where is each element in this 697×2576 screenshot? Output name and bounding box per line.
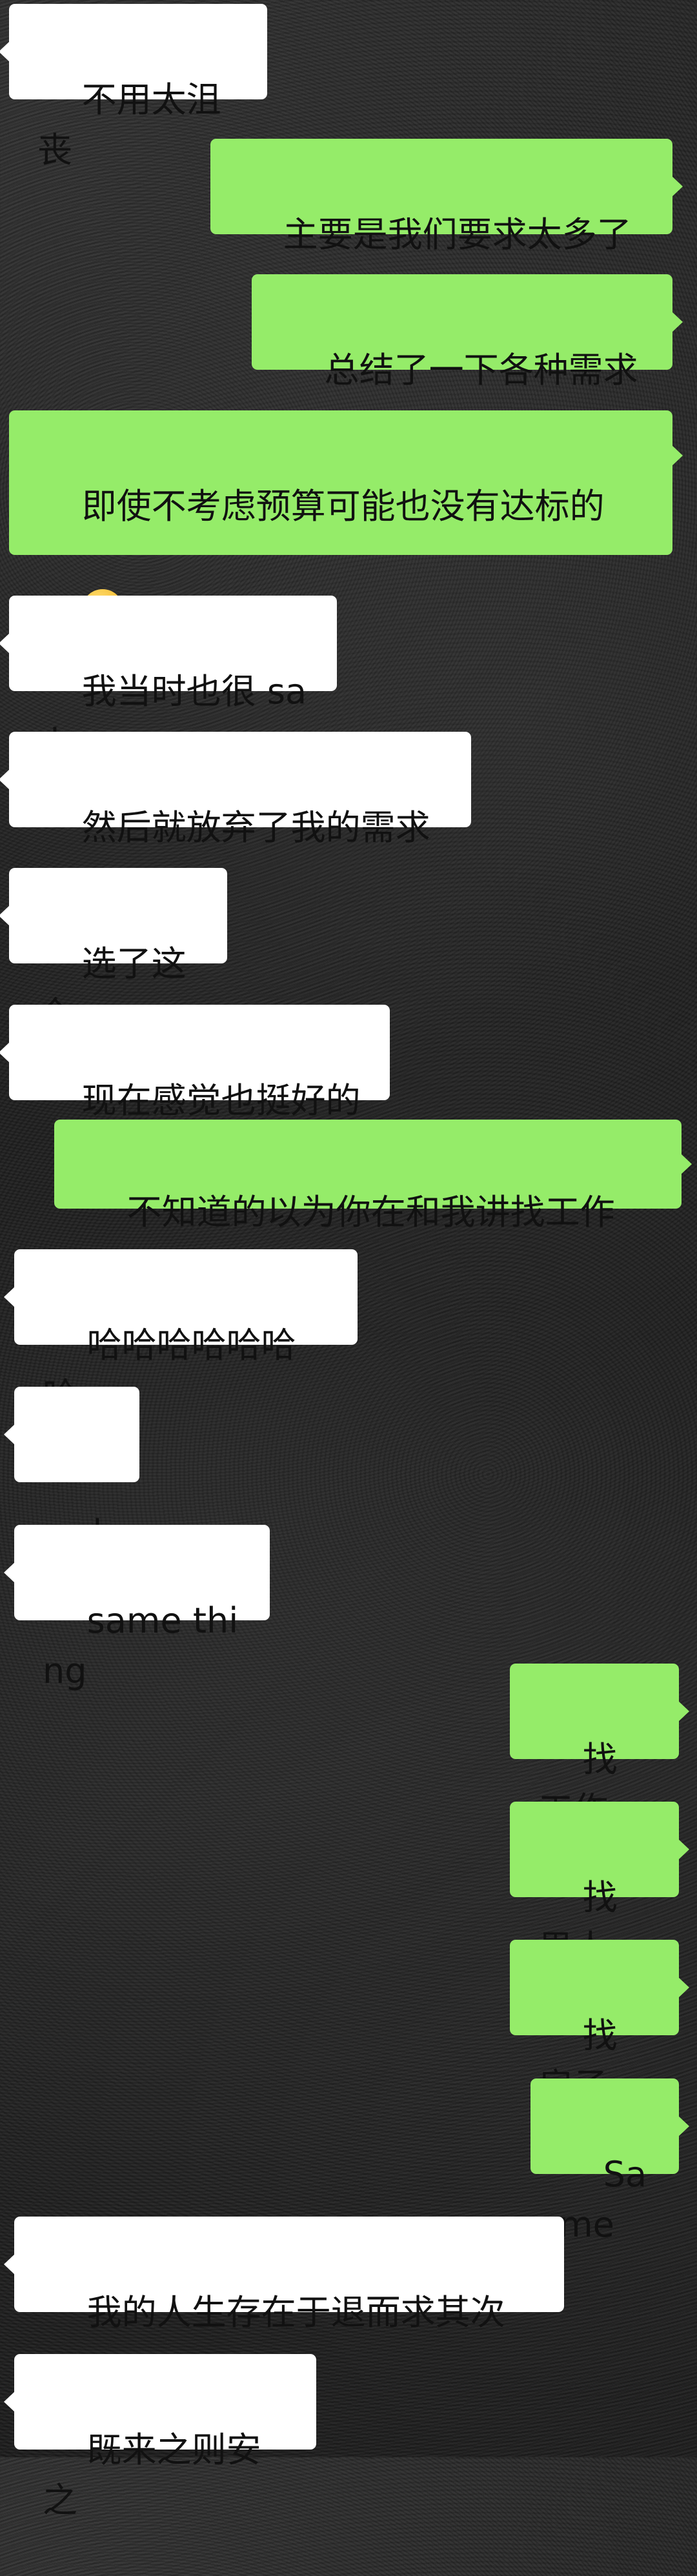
message-bubble-outgoing[interactable]: 找房子 xyxy=(510,1940,689,2106)
message-bubble-incoming[interactable]: 哈哈哈哈哈哈哈 xyxy=(4,1249,358,1416)
message-text: 现在感觉也挺好的 xyxy=(81,1080,361,1121)
message-text: 总结了一下各种需求 xyxy=(324,350,638,390)
message-bubble-outgoing[interactable]: 即使不考虑预算可能也没有达标的 xyxy=(9,410,683,631)
message-text: 然后就放弃了我的需求 xyxy=(81,807,430,848)
message-bubble-outgoing[interactable]: Same xyxy=(530,2078,689,2245)
message-bubble-incoming[interactable]: 不用太沮丧 xyxy=(0,4,267,170)
message-bubble-outgoing[interactable]: 总结了一下各种需求 xyxy=(252,274,683,390)
message-text: 既来之则安之 xyxy=(43,2430,261,2521)
chat-message-list: 不用太沮丧 主要是我们要求太多了 总结了一下各种需求 即使不考虑预算可能也没有达… xyxy=(0,0,697,2521)
message-bubble-incoming[interactable]: 然后就放弃了我的需求 xyxy=(0,732,471,848)
message-bubble-incoming[interactable]: 现在感觉也挺好的 xyxy=(0,1005,390,1121)
message-bubble-outgoing[interactable]: 主要是我们要求太多了 xyxy=(210,139,683,255)
message-text: 不用太沮丧 xyxy=(37,79,221,170)
message-bubble-incoming[interactable]: 选了这个 xyxy=(0,868,227,1034)
message-bubble-incoming[interactable]: 既来之则安之 xyxy=(4,2354,316,2521)
message-text: 我的人生存在于退而求其次 xyxy=(86,2292,505,2333)
message-text: 即使不考虑预算可能也没有达标的 xyxy=(81,486,605,527)
message-text: 不知道的以为你在和我讲找工作 xyxy=(126,1192,615,1233)
message-bubble-incoming[interactable]: 我当时也很 sad xyxy=(0,596,337,762)
message-text: 主要是我们要求太多了 xyxy=(283,214,632,255)
message-bubble-outgoing[interactable]: 找工作 xyxy=(510,1664,689,1830)
message-bubble-outgoing[interactable]: 找男人 xyxy=(510,1802,689,1968)
message-bubble-incoming[interactable]: 我的人生存在于退而求其次 xyxy=(4,2217,564,2333)
message-text: Same xyxy=(559,2154,647,2245)
message-text: same thing xyxy=(43,1600,239,1691)
message-bubble-incoming[interactable]: same thing xyxy=(4,1525,270,1691)
message-bubble-outgoing[interactable]: 不知道的以为你在和我讲找工作 xyxy=(54,1120,692,1233)
message-bubble-incoming[interactable]: well xyxy=(4,1387,139,1604)
